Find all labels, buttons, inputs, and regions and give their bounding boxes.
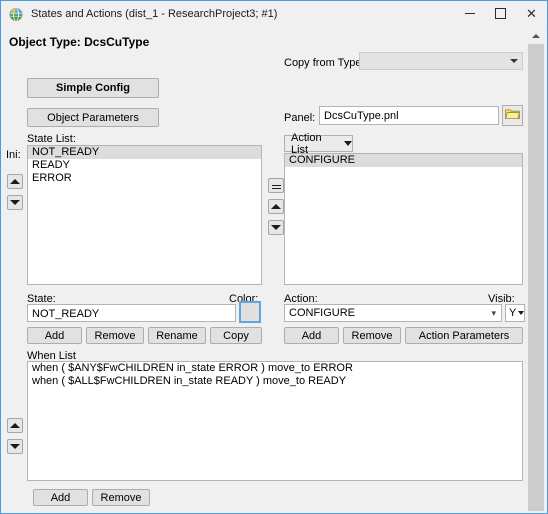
close-button[interactable]: ✕ [516, 1, 547, 26]
action-list-label: Action List [291, 131, 322, 156]
state-list-label: State List: [27, 133, 76, 145]
when-move-up-button[interactable] [7, 418, 23, 433]
arrow-up-icon [10, 179, 20, 184]
states-and-actions-window: States and Actions (dist_1 - ResearchPro… [0, 0, 548, 514]
when-remove-button[interactable]: Remove [92, 489, 150, 506]
list-item[interactable]: CONFIGURE [285, 154, 522, 167]
when-add-button[interactable]: Add [33, 489, 88, 506]
object-parameters-button[interactable]: Object Parameters [27, 108, 159, 127]
visibility-value: Y [509, 307, 517, 319]
copy-from-type-label: Copy from Type: [284, 57, 365, 69]
globe-icon [8, 6, 24, 22]
link-state-action-button[interactable] [268, 178, 284, 193]
state-copy-button[interactable]: Copy [210, 327, 262, 344]
action-remove-button[interactable]: Remove [343, 327, 401, 344]
action-add-button[interactable]: Add [284, 327, 339, 344]
action-select[interactable]: CONFIGURE ▾ [284, 304, 502, 322]
state-remove-button[interactable]: Remove [86, 327, 144, 344]
arrow-down-icon [10, 444, 20, 449]
visibility-select[interactable]: Y [505, 304, 525, 322]
window-controls: ✕ [454, 1, 547, 27]
window-title: States and Actions (dist_1 - ResearchPro… [31, 8, 278, 20]
list-item[interactable]: ERROR [28, 172, 261, 185]
list-item[interactable]: READY [28, 159, 261, 172]
list-item[interactable]: when ( $ALL$FwCHILDREN in_state READY ) … [28, 375, 522, 388]
minimize-icon [464, 13, 475, 14]
when-move-down-button[interactable] [7, 439, 23, 454]
title-bar: States and Actions (dist_1 - ResearchPro… [1, 1, 547, 28]
simple-config-button[interactable]: Simple Config [27, 78, 159, 98]
state-list[interactable]: NOT_READY READY ERROR [27, 145, 262, 285]
state-color-swatch[interactable] [239, 301, 261, 323]
ini-label: Ini: [6, 149, 21, 161]
panel-browse-button[interactable] [502, 105, 523, 126]
arrow-down-icon [271, 225, 281, 230]
dialog-vertical-scrollbar[interactable] [525, 27, 546, 513]
arrow-up-icon [271, 204, 281, 209]
action-move-up-button[interactable] [268, 199, 284, 214]
chevron-down-icon [344, 141, 352, 146]
action-select-value: CONFIGURE [289, 307, 355, 319]
arrow-up-icon [532, 33, 540, 38]
action-list[interactable]: CONFIGURE [284, 153, 523, 285]
state-move-up-button[interactable] [7, 174, 23, 189]
state-move-down-button[interactable] [7, 195, 23, 210]
arrow-up-icon [10, 423, 20, 428]
state-name-input[interactable]: NOT_READY [27, 304, 236, 322]
chevron-down-icon: ▾ [491, 308, 496, 318]
panel-label: Panel: [284, 112, 316, 124]
scrollbar-track[interactable] [528, 44, 544, 511]
close-icon: ✕ [526, 6, 537, 21]
action-move-down-button[interactable] [268, 220, 284, 235]
equals-icon [271, 185, 281, 186]
action-list-button[interactable]: Action List [284, 132, 353, 156]
scroll-up-button[interactable] [526, 27, 546, 44]
chevron-down-icon [510, 59, 518, 63]
state-rename-button[interactable]: Rename [148, 327, 206, 344]
when-list[interactable]: when ( $ANY$FwCHILDREN in_state ERROR ) … [27, 361, 523, 481]
maximize-button[interactable] [485, 1, 516, 26]
chevron-down-icon [518, 311, 525, 315]
dialog-client-area: Object Type: DcsCuType Simple Config Obj… [1, 27, 526, 513]
folder-icon [505, 108, 520, 123]
list-item[interactable]: NOT_READY [28, 146, 261, 159]
arrow-down-icon [10, 200, 20, 205]
minimize-button[interactable] [454, 1, 485, 26]
copy-from-type-select[interactable] [359, 52, 523, 70]
list-item[interactable]: when ( $ANY$FwCHILDREN in_state ERROR ) … [28, 362, 522, 375]
page-title: Object Type: DcsCuType [9, 35, 150, 49]
panel-input[interactable]: DcsCuType.pnl [319, 106, 499, 125]
maximize-icon [495, 8, 506, 19]
action-parameters-button[interactable]: Action Parameters [405, 327, 523, 344]
state-add-button[interactable]: Add [27, 327, 82, 344]
